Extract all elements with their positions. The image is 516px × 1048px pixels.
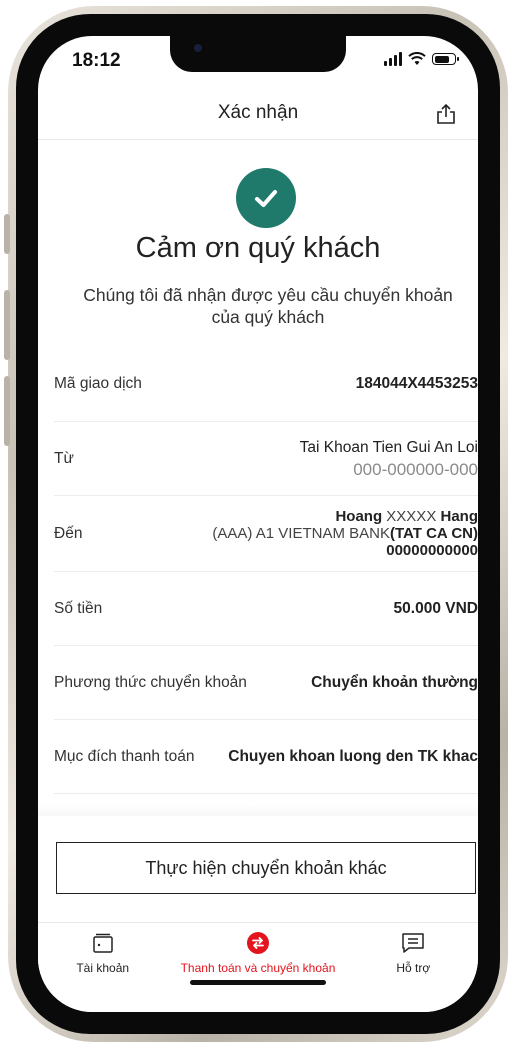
to-account: Hoang XXXXX Hang (AAA) A1 VIETNAM BANK(T… [212,508,478,559]
amount-value: 50.000 VND [393,600,478,617]
thank-you-subtitle: Chúng tôi đã nhận được yêu cầu chuyển kh… [83,285,453,327]
detail-label: Phương thức chuyển khoản [54,673,247,691]
tab-label: Thanh toán và chuyển khoản [180,961,336,975]
detail-row-method: Phương thức chuyển khoản Chuyển khoản th… [54,646,478,720]
from-account-number: 000-000000-000 [353,459,478,479]
detail-row-purpose: Mục đích thanh toán Chuyen khoan luong d… [54,720,478,794]
new-transfer-label: Thực hiện chuyển khoản khác [145,857,387,878]
chat-icon [402,933,425,953]
detail-label: Mục đích thanh toán [54,747,195,765]
transaction-id-value: 184044X4453253 [355,375,478,392]
status-time: 18:12 [72,50,121,71]
from-account-name: Tai Khoan Tien Gui An Loi [299,438,478,456]
beneficiary-first-name: Hoang [335,508,383,525]
detail-row-to: Đến Hoang XXXXX Hang (AAA) A1 VIETNAM BA… [54,496,478,572]
camera [194,44,202,52]
detail-row-from: Từ Tai Khoan Tien Gui An Loi 000-000000-… [54,422,478,496]
screen: 18:12 Xác nhận Cảm ơn quý khách Chúng tô… [38,36,478,1012]
bank-branch: (TAT CA CN) [389,525,478,542]
volume-down-button [4,376,10,446]
wifi-icon [408,52,426,65]
detail-label: Mã giao dịch [54,374,142,392]
share-icon[interactable] [434,102,458,126]
bank-name: (AAA) A1 VIETNAM BANK [212,525,390,542]
beneficiary-account-number: 00000000000 [386,542,478,559]
tab-label: Hỗ trợ [396,961,431,975]
side-button [4,214,10,254]
tab-label: Tài khoản [76,961,130,975]
detail-label: Số tiền [54,599,103,617]
new-transfer-button[interactable]: Thực hiện chuyển khoản khác [56,842,476,894]
from-account: Tai Khoan Tien Gui An Loi 000-000000-000 [300,437,478,481]
beneficiary-masked-name: XXXXX [386,508,437,525]
detail-row-transaction-id: Mã giao dịch 184044X4453253 [54,346,478,422]
detail-label: Đến [54,524,83,542]
volume-up-button [4,290,10,360]
beneficiary-bank: (AAA) A1 VIETNAM BANK(TAT CA CN) [212,525,478,542]
beneficiary-last-name: Hang [440,508,479,525]
wallet-icon [92,933,113,953]
header: Xác nhận [38,88,478,140]
method-value: Chuyển khoản thường [311,674,478,691]
home-indicator[interactable] [190,980,326,985]
notch [170,36,346,72]
detail-row-amount: Số tiền 50.000 VND [54,572,478,646]
beneficiary-name: Hoang XXXXX Hang [212,508,478,525]
tab-accounts[interactable]: Tài khoản [38,923,167,992]
detail-label: Từ [54,449,74,467]
page-title: Xác nhận [217,102,299,123]
tab-support[interactable]: Hỗ trợ [349,923,478,992]
transaction-details: Mã giao dịch 184044X4453253 Từ Tai Khoan… [54,346,478,794]
status-icons [384,52,459,66]
thank-you-title: Cảm ơn quý khách [135,232,381,264]
transfer-icon [246,932,269,954]
signal-icon [384,52,402,66]
purpose-value: Chuyen khoan luong den TK khac [228,748,478,765]
check-circle-icon [236,168,296,228]
battery-icon [432,53,459,65]
